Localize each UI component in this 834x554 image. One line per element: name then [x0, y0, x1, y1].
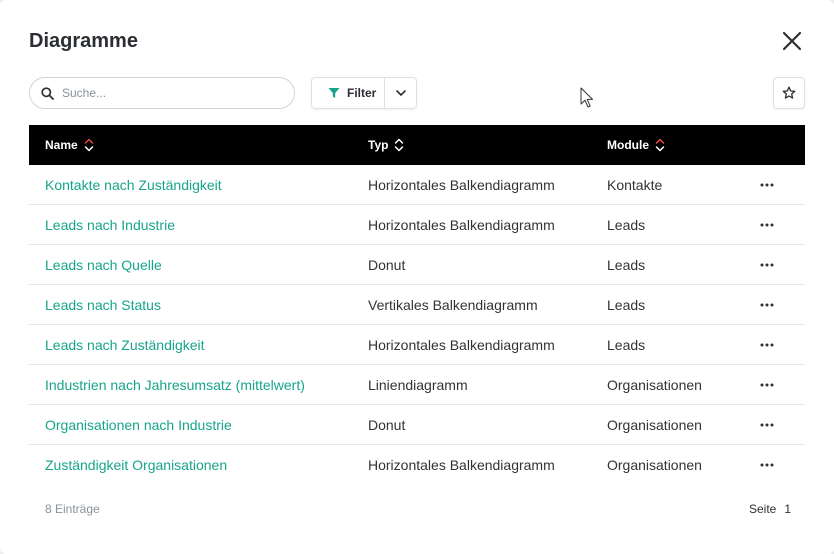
table-row: Kontakte nach Zuständigkeit Horizontales…	[29, 165, 805, 205]
chart-module: Organisationen	[607, 457, 702, 473]
search-icon	[41, 86, 54, 100]
filter-icon	[328, 88, 340, 98]
more-icon	[760, 263, 774, 267]
chart-type: Donut	[368, 257, 406, 273]
chart-name-link[interactable]: Leads nach Status	[45, 285, 161, 325]
chart-type: Horizontales Balkendiagramm	[368, 457, 555, 473]
filter-button[interactable]: Filter	[312, 78, 385, 108]
chart-type: Horizontales Balkendiagramm	[368, 337, 555, 353]
column-label: Module	[607, 138, 649, 152]
chart-name-link[interactable]: Leads nach Zuständigkeit	[45, 325, 205, 365]
column-label: Name	[45, 138, 78, 152]
filter-dropdown-toggle[interactable]	[385, 78, 416, 108]
row-actions-button[interactable]	[759, 445, 775, 485]
chart-type: Donut	[368, 417, 406, 433]
close-button[interactable]	[778, 27, 806, 55]
chart-name-link[interactable]: Organisationen nach Industrie	[45, 405, 232, 445]
pagination: Seite 1	[749, 502, 791, 516]
row-actions-button[interactable]	[759, 165, 775, 205]
row-actions-button[interactable]	[759, 205, 775, 245]
table-row: Industrien nach Jahresumsatz (mittelwert…	[29, 365, 805, 405]
chart-module: Kontakte	[607, 177, 663, 193]
chart-name-link[interactable]: Industrien nach Jahresumsatz (mittelwert…	[45, 365, 305, 405]
chart-module: Leads	[607, 257, 646, 273]
more-icon	[760, 383, 774, 387]
sort-icon	[394, 137, 404, 153]
more-icon	[760, 423, 774, 427]
chart-type: Horizontales Balkendiagramm	[368, 177, 555, 193]
charts-table: Name Typ Module Kontakte nach Zuständigk…	[29, 125, 805, 485]
chart-type: Horizontales Balkendiagramm	[368, 217, 555, 233]
dialog-title: Diagramme	[29, 30, 138, 52]
more-icon	[760, 223, 774, 227]
more-icon	[760, 183, 774, 187]
chart-module: Leads	[607, 337, 646, 353]
chart-name-link[interactable]: Zuständigkeit Organisationen	[45, 445, 227, 485]
filter-label: Filter	[347, 86, 377, 100]
chart-module: Leads	[607, 217, 646, 233]
close-icon	[782, 31, 802, 51]
record-count: 8 Einträge	[45, 502, 100, 516]
row-actions-button[interactable]	[759, 245, 775, 285]
row-actions-button[interactable]	[759, 365, 775, 405]
table-row: Leads nach Quelle Donut Leads	[29, 245, 805, 285]
table-row: Organisationen nach Industrie Donut Orga…	[29, 405, 805, 445]
chart-type: Liniendiagramm	[368, 377, 468, 393]
more-icon	[760, 303, 774, 307]
page-label: Seite	[749, 502, 777, 516]
chart-module: Organisationen	[607, 417, 702, 433]
row-actions-button[interactable]	[759, 325, 775, 365]
more-icon	[760, 343, 774, 347]
filter-group: Filter	[311, 77, 417, 109]
chart-name-link[interactable]: Leads nach Industrie	[45, 205, 175, 245]
chart-name-link[interactable]: Kontakte nach Zuständigkeit	[45, 165, 222, 205]
row-actions-button[interactable]	[759, 285, 775, 325]
chart-module: Organisationen	[607, 377, 702, 393]
row-actions-button[interactable]	[759, 405, 775, 445]
chart-module: Leads	[607, 297, 646, 313]
chart-type: Vertikales Balkendiagramm	[368, 297, 538, 313]
column-header-type[interactable]: Typ	[368, 125, 404, 165]
search-box[interactable]	[29, 77, 295, 109]
table-row: Leads nach Industrie Horizontales Balken…	[29, 205, 805, 245]
column-header-name[interactable]: Name	[45, 125, 94, 165]
star-icon	[782, 86, 796, 99]
chevron-down-icon	[395, 90, 406, 96]
more-icon	[760, 463, 774, 467]
sort-icon	[655, 137, 665, 153]
search-input[interactable]	[62, 86, 272, 100]
table-row: Zuständigkeit Organisationen Horizontale…	[29, 445, 805, 485]
mouse-cursor-icon	[580, 87, 594, 108]
sort-icon	[84, 137, 94, 153]
table-header: Name Typ Module	[29, 125, 805, 165]
column-header-module[interactable]: Module	[607, 125, 665, 165]
chart-name-link[interactable]: Leads nach Quelle	[45, 245, 162, 285]
charts-dialog: Diagramme Filter	[0, 0, 834, 554]
table-row: Leads nach Status Vertikales Balkendiagr…	[29, 285, 805, 325]
favorite-button[interactable]	[773, 77, 805, 109]
table-row: Leads nach Zuständigkeit Horizontales Ba…	[29, 325, 805, 365]
column-label: Typ	[368, 138, 389, 152]
page-number[interactable]: 1	[784, 502, 791, 516]
